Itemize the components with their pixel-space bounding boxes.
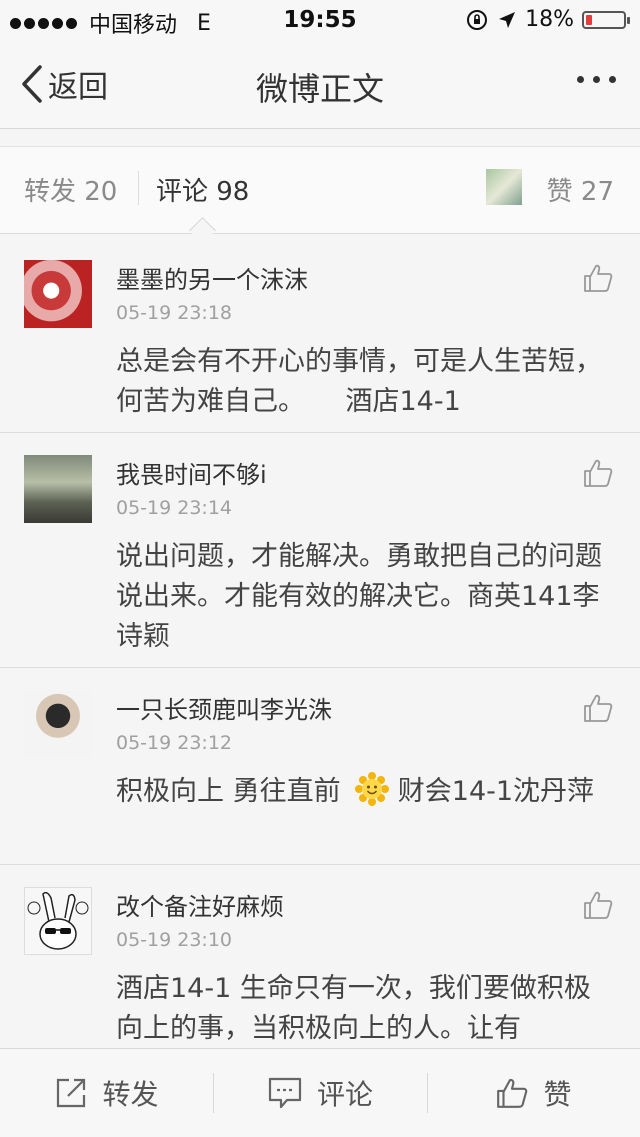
comment-text: 说出问题，才能解决。勇敢把自己的问题说出来。才能有效的解决它。商英141李诗颖 xyxy=(116,541,602,652)
comment-item[interactable]: 改个备注好麻烦 05-19 23:10 酒店14-1 生命只有一次，我们要做积极… xyxy=(0,865,640,1048)
comment-time: 05-19 23:14 xyxy=(116,497,233,519)
comment-time: 05-19 23:10 xyxy=(116,929,233,951)
comment-text: 总是会有不开心的事情，可是人生苦短，何苦为难自己。 酒店14-1 xyxy=(116,346,602,417)
rabbit-sunglasses-avatar-icon xyxy=(27,891,89,950)
comment-button[interactable]: 评论 xyxy=(213,1049,427,1137)
page-title: 微博正文 xyxy=(255,70,384,108)
comment-item[interactable]: 我畏时间不够i 05-19 23:14 说出问题，才能解决。勇敢把自己的问题说出… xyxy=(0,433,640,668)
status-right: 18% xyxy=(465,7,630,32)
like-thumb-icon[interactable] xyxy=(582,262,614,294)
tab-comment[interactable]: 评论 98 xyxy=(156,171,249,208)
comment-item[interactable]: 墨墨的另一个沫沫 05-19 23:18 总是会有不开心的事情，可是人生苦短，何… xyxy=(0,238,640,433)
comment-item[interactable]: 一只长颈鹿叫李光洙 05-19 23:12 积极向上 勇往直前 财会14-1沈丹… xyxy=(0,668,640,865)
comment-text-part: 财会14-1沈丹萍 xyxy=(397,776,595,807)
location-arrow-icon xyxy=(499,11,516,28)
comment-author[interactable]: 墨墨的另一个沫沫 xyxy=(116,260,308,295)
battery-level-fill xyxy=(586,14,592,25)
battery-icon xyxy=(582,10,630,29)
like-label: 赞 xyxy=(543,1078,572,1111)
comment-author[interactable]: 我畏时间不够i xyxy=(116,455,267,490)
more-dot-icon xyxy=(593,76,600,83)
like-button[interactable]: 赞 xyxy=(427,1049,640,1137)
repost-label: 转发 xyxy=(102,1078,159,1111)
rotation-lock-icon xyxy=(467,9,488,30)
avatar[interactable] xyxy=(24,455,92,523)
comment-time: 05-19 23:18 xyxy=(116,302,233,324)
more-dot-icon xyxy=(577,76,584,83)
comment-author[interactable]: 一只长颈鹿叫李光洙 xyxy=(116,690,332,725)
more-dot-icon xyxy=(609,76,616,83)
tab-divider xyxy=(138,171,139,205)
repost-button[interactable]: 转发 xyxy=(0,1049,213,1137)
more-options-button[interactable] xyxy=(577,76,616,83)
repost-icon xyxy=(57,1078,86,1108)
tab-repost[interactable]: 转发 20 xyxy=(24,171,117,208)
comment-text-part: 积极向上 勇往直前 xyxy=(116,776,341,807)
comment-label: 评论 xyxy=(316,1078,373,1111)
avatar[interactable] xyxy=(24,887,92,955)
comment-bubble-icon xyxy=(268,1077,302,1109)
comment-time: 05-19 23:12 xyxy=(116,732,233,754)
like-thumb-icon[interactable] xyxy=(582,457,614,489)
battery-percent: 18% xyxy=(525,7,574,32)
tab-strip: 转发 20 评论 98 赞 27 xyxy=(0,146,640,244)
comment-author[interactable]: 改个备注好麻烦 xyxy=(116,887,284,922)
sun-emoji-icon xyxy=(355,772,390,806)
avatar[interactable] xyxy=(24,260,92,328)
comment-text: 酒店14-1 生命只有一次，我们要做积极向上的事，当积极向上的人。让有 xyxy=(116,973,591,1044)
like-thumb-icon[interactable] xyxy=(582,692,614,724)
bottom-toolbar: 转发 评论 赞 xyxy=(0,1048,640,1137)
status-bar: 中国移动 E 19:55 18% xyxy=(0,0,640,40)
nav-bar: 返回 微博正文 xyxy=(0,40,640,129)
avatar[interactable] xyxy=(24,690,92,758)
thumbs-up-icon xyxy=(497,1078,528,1108)
comment-list: 墨墨的另一个沫沫 05-19 23:18 总是会有不开心的事情，可是人生苦短，何… xyxy=(0,238,640,1048)
comment-text: 积极向上 勇往直前 财会14-1沈丹萍 xyxy=(116,772,606,812)
liker-avatar[interactable] xyxy=(486,169,522,205)
like-thumb-icon[interactable] xyxy=(582,889,614,921)
tab-like[interactable]: 赞 27 xyxy=(547,171,614,208)
